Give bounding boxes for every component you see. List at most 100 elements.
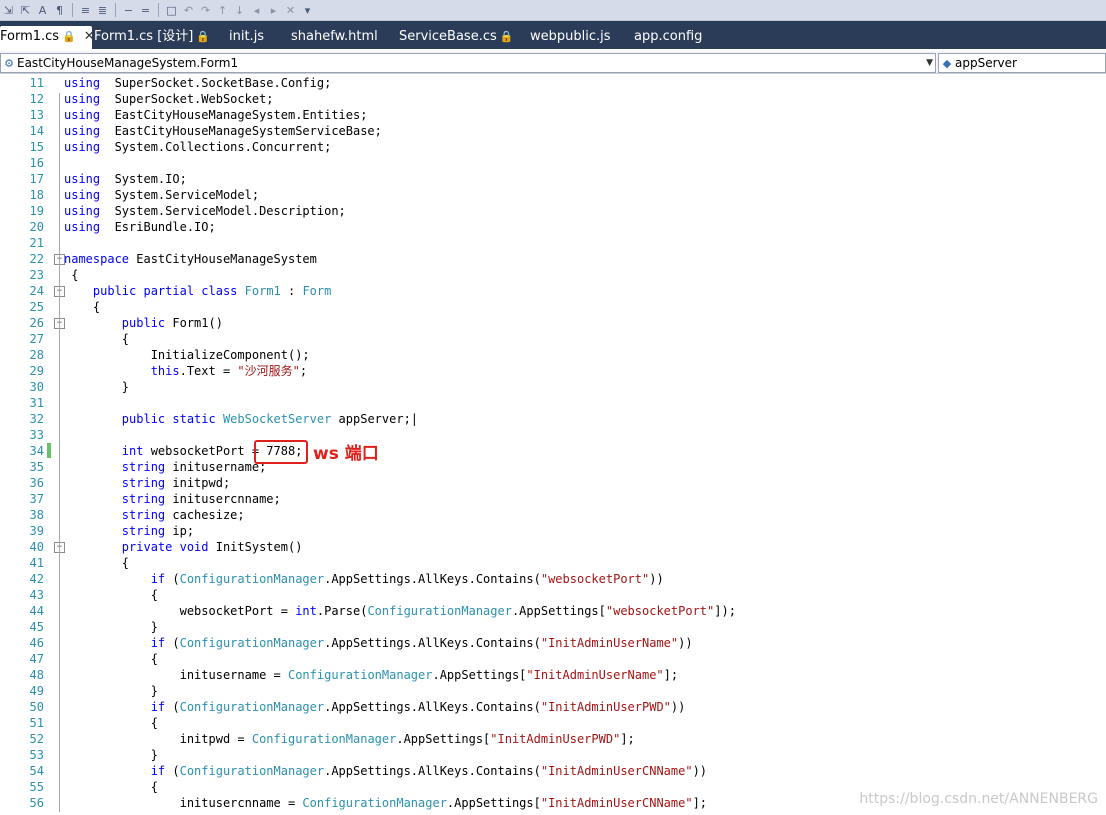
code-line[interactable]: 44 websocketPort = int.Parse(Configurati… [0, 603, 1106, 619]
tab-label: app.config [634, 29, 703, 44]
code-line[interactable]: 18 using System.ServiceModel; [0, 187, 1106, 203]
code-text: if (ConfigurationManager.AppSettings.All… [64, 763, 707, 779]
uncomment-icon[interactable]: ⇱ [18, 3, 33, 18]
code-line[interactable]: 12 using SuperSocket.WebSocket; [0, 91, 1106, 107]
code-line[interactable]: 30 } [0, 379, 1106, 395]
view-icon[interactable]: □ [164, 3, 179, 18]
code-line[interactable]: 31 [0, 395, 1106, 411]
code-line[interactable]: 38 string cachesize; [0, 507, 1106, 523]
code-line[interactable]: 36 string initpwd; [0, 475, 1106, 491]
code-token: int [295, 604, 317, 618]
code-line[interactable]: 49 } [0, 683, 1106, 699]
line-number: 49 [29, 684, 44, 698]
code-line[interactable]: 27 { [0, 331, 1106, 347]
nav-forward-icon[interactable]: ↷ [198, 3, 213, 18]
nav-back-icon[interactable]: ↶ [181, 3, 196, 18]
code-token: string [121, 492, 166, 506]
code-line[interactable]: 28 InitializeComponent(); [0, 347, 1106, 363]
code-line[interactable]: 46 if (ConfigurationManager.AppSettings.… [0, 635, 1106, 651]
code-line[interactable]: 47 { [0, 651, 1106, 667]
comment-icon[interactable]: ⇲ [1, 3, 16, 18]
code-text: { [64, 299, 100, 315]
format-icon[interactable]: A [35, 3, 50, 18]
tab-webpublic-js[interactable]: webpublic.js [530, 26, 611, 49]
code-line[interactable]: 53 } [0, 747, 1106, 763]
code-line[interactable]: 50 if (ConfigurationManager.AppSettings.… [0, 699, 1106, 715]
line-number: 55 [29, 780, 44, 794]
code-text: public Form1() [64, 315, 223, 331]
tab-init-js[interactable]: init.js [229, 26, 264, 49]
code-editor[interactable]: 11 using SuperSocket.SocketBase.Config; 12… [0, 74, 1106, 815]
code-line[interactable]: 34 int websocketPort = 7788; [0, 443, 1106, 459]
tab-app-config[interactable]: app.config [634, 26, 702, 49]
code-line[interactable]: 42 if (ConfigurationManager.AppSettings.… [0, 571, 1106, 587]
code-line[interactable]: 15 using System.Collections.Concurrent; [0, 139, 1106, 155]
code-text: if (ConfigurationManager.AppSettings.All… [64, 571, 664, 587]
code-line[interactable]: 20 using EsriBundle.IO; [0, 219, 1106, 235]
code-text: string initusername; [64, 459, 267, 475]
code-line[interactable]: 17 using System.IO; [0, 171, 1106, 187]
bookmark-icon[interactable]: ¶ [52, 3, 67, 18]
bookmark-next-icon[interactable]: ▸ [266, 3, 281, 18]
code-line[interactable]: 48 initusername = ConfigurationManager.A… [0, 667, 1106, 683]
code-token: ( [165, 572, 180, 586]
decrease-icon[interactable]: − [121, 3, 136, 18]
member-selector-dropdown[interactable]: ◆ appServer [938, 53, 1106, 73]
tab-form1-designer[interactable]: Form1.cs [设计] 🔒 [94, 26, 210, 49]
line-number: 46 [29, 636, 44, 650]
code-token: string [121, 508, 166, 522]
code-line[interactable]: 35 string initusername; [0, 459, 1106, 475]
tab-label: Form1.cs [设计] [94, 29, 194, 44]
outdent-icon[interactable]: ≣ [95, 3, 110, 18]
outline-guide [59, 428, 60, 798]
line-number: 25 [29, 300, 44, 314]
code-line[interactable]: 26− public Form1() [0, 315, 1106, 331]
tab-form1-cs[interactable]: Form1.cs 🔒 ✕ [0, 26, 95, 49]
code-line[interactable]: 14 using EastCityHouseManageSystemService… [0, 123, 1106, 139]
code-text: this.Text = "沙河服务"; [64, 363, 307, 379]
code-token: "InitAdminUserName" [540, 636, 679, 650]
code-line[interactable]: 45 } [0, 619, 1106, 635]
code-line[interactable]: 33 [0, 427, 1106, 443]
code-line[interactable]: 11 using SuperSocket.SocketBase.Config; [0, 75, 1106, 91]
code-line[interactable]: 23 { [0, 267, 1106, 283]
nav-up-icon[interactable]: ↑ [215, 3, 230, 18]
increase-icon[interactable]: = [138, 3, 153, 18]
code-line[interactable]: 37 string initusercnname; [0, 491, 1106, 507]
code-line[interactable]: 54 if (ConfigurationManager.AppSettings.… [0, 763, 1106, 779]
clear-bookmarks-icon[interactable]: ✕ [283, 3, 298, 18]
code-line[interactable]: 24− public partial class Form1 : Form [0, 283, 1106, 299]
code-line[interactable]: 25 { [0, 299, 1106, 315]
code-line[interactable]: 41 { [0, 555, 1106, 571]
code-text: initusername = ConfigurationManager.AppS… [64, 667, 679, 683]
code-line[interactable]: 39 string ip; [0, 523, 1106, 539]
line-number: 26 [29, 316, 44, 330]
bookmark-prev-icon[interactable]: ◂ [249, 3, 264, 18]
code-line[interactable]: 16 [0, 155, 1106, 171]
nav-down-icon[interactable]: ↓ [232, 3, 247, 18]
tab-servicebase-cs[interactable]: ServiceBase.cs 🔒 [399, 26, 513, 49]
code-token: System.Collections.Concurrent; [100, 140, 332, 154]
code-line[interactable]: 43 { [0, 587, 1106, 603]
code-line[interactable]: 32 public static WebSocketServer appServ… [0, 411, 1106, 427]
dropdown-icon[interactable]: ▾ [300, 3, 315, 18]
code-line[interactable]: 19 using System.ServiceModel.Description; [0, 203, 1106, 219]
code-line[interactable]: 22−namespace EastCityHouseManageSystem [0, 251, 1106, 267]
tab-label: shahefw.html [291, 29, 378, 44]
code-token: ConfigurationManager [179, 572, 325, 586]
tab-shahefw-html[interactable]: shahefw.html [291, 26, 378, 49]
code-line[interactable]: 40− private void InitSystem() [0, 539, 1106, 555]
code-line[interactable]: 52 initpwd = ConfigurationManager.AppSet… [0, 731, 1106, 747]
code-line[interactable]: 51 { [0, 715, 1106, 731]
code-line[interactable]: 21 [0, 235, 1106, 251]
code-token: if [150, 572, 166, 586]
code-line[interactable]: 13 using EastCityHouseManageSystem.Entiti… [0, 107, 1106, 123]
indent-icon[interactable]: ≡ [78, 3, 93, 18]
code-line[interactable]: 29 this.Text = "沙河服务"; [0, 363, 1106, 379]
type-selector-dropdown[interactable]: ⚙ EastCityHouseManageSystem.Form1 ▼ [0, 53, 936, 73]
lock-icon: 🔒 [62, 30, 76, 43]
chevron-down-icon[interactable]: ▼ [926, 54, 933, 72]
code-token: initpwd; [165, 476, 231, 490]
